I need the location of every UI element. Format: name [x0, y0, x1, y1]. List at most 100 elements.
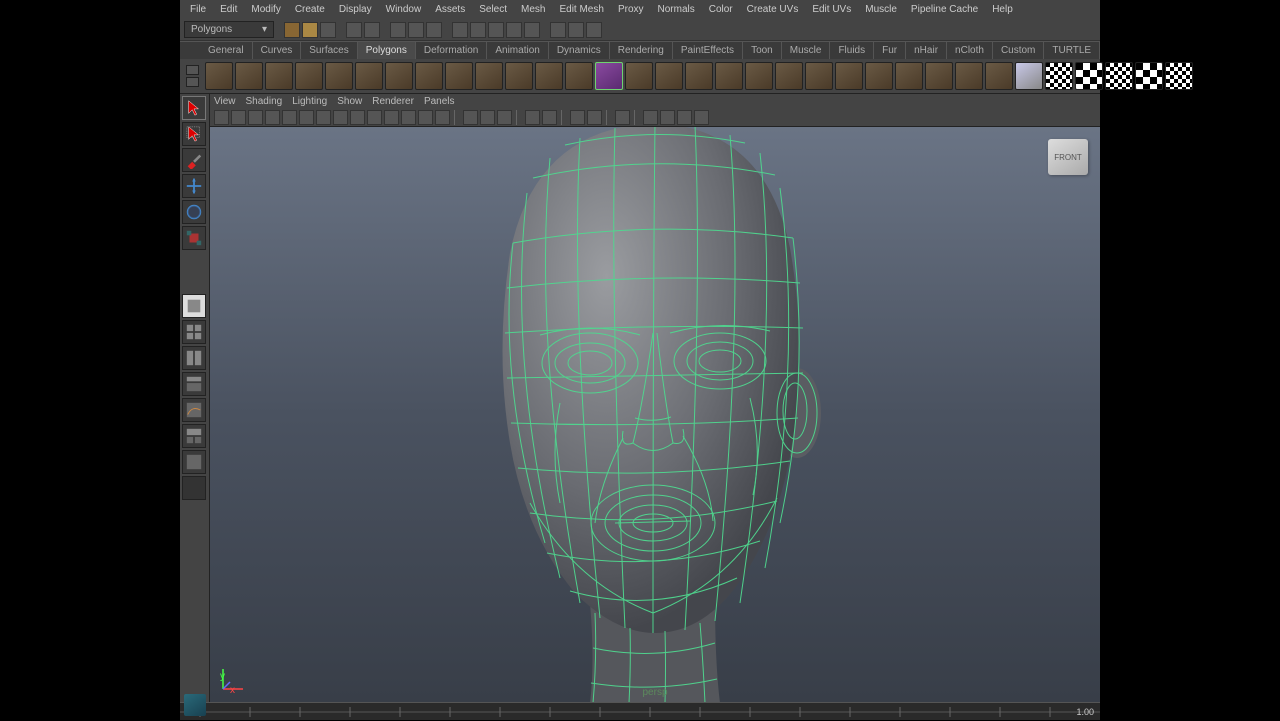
dof-icon[interactable] — [694, 110, 709, 125]
shelf-plane-icon[interactable] — [325, 62, 353, 90]
shelf-light-icon[interactable] — [1015, 62, 1043, 90]
shelf-checker5-icon[interactable] — [1165, 62, 1193, 90]
open-scene-icon[interactable] — [302, 22, 318, 38]
xray-icon[interactable] — [480, 110, 495, 125]
shelf-merge-icon[interactable] — [895, 62, 923, 90]
rotate-tool[interactable] — [182, 200, 206, 224]
shelf-arrow-icon[interactable] — [625, 62, 653, 90]
panel-menu-show[interactable]: Show — [337, 96, 362, 107]
snap-point-icon[interactable] — [488, 22, 504, 38]
menu-window[interactable]: Window — [380, 2, 428, 17]
graph-layout[interactable] — [182, 398, 206, 422]
snap-grid-icon[interactable] — [452, 22, 468, 38]
menu-create[interactable]: Create — [289, 2, 331, 17]
shelf-tab-nhair[interactable]: nHair — [906, 42, 947, 59]
shelf-tab-general[interactable]: General — [200, 42, 253, 59]
grid-icon[interactable] — [525, 110, 540, 125]
save-scene-icon[interactable] — [320, 22, 336, 38]
panel-menu-lighting[interactable]: Lighting — [292, 96, 327, 107]
shelf-checker3-icon[interactable] — [1105, 62, 1133, 90]
film-gate-icon[interactable] — [265, 110, 280, 125]
camera-icon[interactable] — [214, 110, 229, 125]
viewport[interactable]: FRONT y x persp — [210, 127, 1100, 702]
mode-selector[interactable]: Polygons ▾ — [184, 21, 274, 38]
shelf-tab-ncloth[interactable]: nCloth — [947, 42, 993, 59]
wireframe-icon[interactable] — [367, 110, 382, 125]
four-pane-layout[interactable] — [182, 320, 206, 344]
motion-blur-icon[interactable] — [660, 110, 675, 125]
shelf-cube2-icon[interactable] — [595, 62, 623, 90]
shelf-bridge-icon[interactable] — [835, 62, 863, 90]
shelf-tab-painteffects[interactable]: PaintEffects — [673, 42, 743, 59]
shelf-tab-toon[interactable]: Toon — [743, 42, 782, 59]
bookmark-icon[interactable] — [231, 110, 246, 125]
app-icon[interactable] — [184, 694, 206, 716]
menu-pipeline-cache[interactable]: Pipeline Cache — [905, 2, 984, 17]
ipr-icon[interactable] — [568, 22, 584, 38]
shelf-checker2-icon[interactable] — [1075, 62, 1103, 90]
script-editor-layout[interactable] — [182, 476, 206, 500]
viewport2-icon[interactable] — [587, 110, 602, 125]
menu-mesh[interactable]: Mesh — [515, 2, 551, 17]
shelf-pipe-icon[interactable] — [445, 62, 473, 90]
redo-icon[interactable] — [364, 22, 380, 38]
select-component-icon[interactable] — [426, 22, 442, 38]
new-scene-icon[interactable] — [284, 22, 300, 38]
isolate-icon[interactable] — [463, 110, 478, 125]
panel-menu-panels[interactable]: Panels — [424, 96, 455, 107]
shelf-pyramid-icon[interactable] — [415, 62, 443, 90]
xray-joints-icon[interactable] — [497, 110, 512, 125]
field-chart-icon[interactable] — [316, 110, 331, 125]
shelf-type-icon[interactable] — [565, 62, 593, 90]
shelf-helix-icon[interactable] — [475, 62, 503, 90]
menu-normals[interactable]: Normals — [652, 2, 701, 17]
expose-icon[interactable] — [615, 110, 630, 125]
smooth-shade-icon[interactable] — [384, 110, 399, 125]
shelf-menu-icon[interactable] — [186, 65, 199, 87]
image-plane-icon[interactable] — [248, 110, 263, 125]
shelf-cylinder-icon[interactable] — [265, 62, 293, 90]
shelf-tab-custom[interactable]: Custom — [993, 42, 1044, 59]
menu-modify[interactable]: Modify — [245, 2, 286, 17]
shelf-tab-dynamics[interactable]: Dynamics — [549, 42, 610, 59]
shelf-cube-icon[interactable] — [235, 62, 263, 90]
snap-curve-icon[interactable] — [470, 22, 486, 38]
menu-edit-mesh[interactable]: Edit Mesh — [553, 2, 609, 17]
shelf-extrude-icon[interactable] — [865, 62, 893, 90]
shelf-tab-turtle[interactable]: TURTLE — [1044, 42, 1100, 59]
shelf-cone-icon[interactable] — [295, 62, 323, 90]
render-icon[interactable] — [550, 22, 566, 38]
menu-help[interactable]: Help — [986, 2, 1019, 17]
shelf-tab-muscle[interactable]: Muscle — [782, 42, 831, 59]
select-tool[interactable] — [182, 96, 206, 120]
gate-mask-icon[interactable] — [299, 110, 314, 125]
shelf-torus-icon[interactable] — [355, 62, 383, 90]
lasso-tool[interactable] — [182, 122, 206, 146]
panel-menu-renderer[interactable]: Renderer — [372, 96, 414, 107]
shelf-tab-animation[interactable]: Animation — [487, 42, 548, 59]
multisampling-icon[interactable] — [677, 110, 692, 125]
menu-edit[interactable]: Edit — [214, 2, 243, 17]
menu-create-uvs[interactable]: Create UVs — [741, 2, 805, 17]
shelf-bevel-icon[interactable] — [805, 62, 833, 90]
shadows-icon[interactable] — [435, 110, 450, 125]
shelf-combine-icon[interactable] — [655, 62, 683, 90]
select-hierarchy-icon[interactable] — [390, 22, 406, 38]
shelf-soccer-icon[interactable] — [505, 62, 533, 90]
safe-action-icon[interactable] — [333, 110, 348, 125]
shelf-extract-icon[interactable] — [715, 62, 743, 90]
shelf-tab-surfaces[interactable]: Surfaces — [301, 42, 357, 59]
high-quality-icon[interactable] — [570, 110, 585, 125]
shelf-tab-deformation[interactable]: Deformation — [416, 42, 487, 59]
single-pane-layout[interactable] — [182, 294, 206, 318]
translate-tool[interactable] — [182, 174, 206, 198]
shelf-split-icon[interactable] — [955, 62, 983, 90]
shelf-tab-fluids[interactable]: Fluids — [830, 42, 874, 59]
select-object-icon[interactable] — [408, 22, 424, 38]
lights-icon[interactable] — [418, 110, 433, 125]
render-settings-icon[interactable] — [586, 22, 602, 38]
menu-color[interactable]: Color — [703, 2, 739, 17]
shelf-checker4-icon[interactable] — [1135, 62, 1163, 90]
shelf-checker1-icon[interactable] — [1045, 62, 1073, 90]
menu-proxy[interactable]: Proxy — [612, 2, 650, 17]
